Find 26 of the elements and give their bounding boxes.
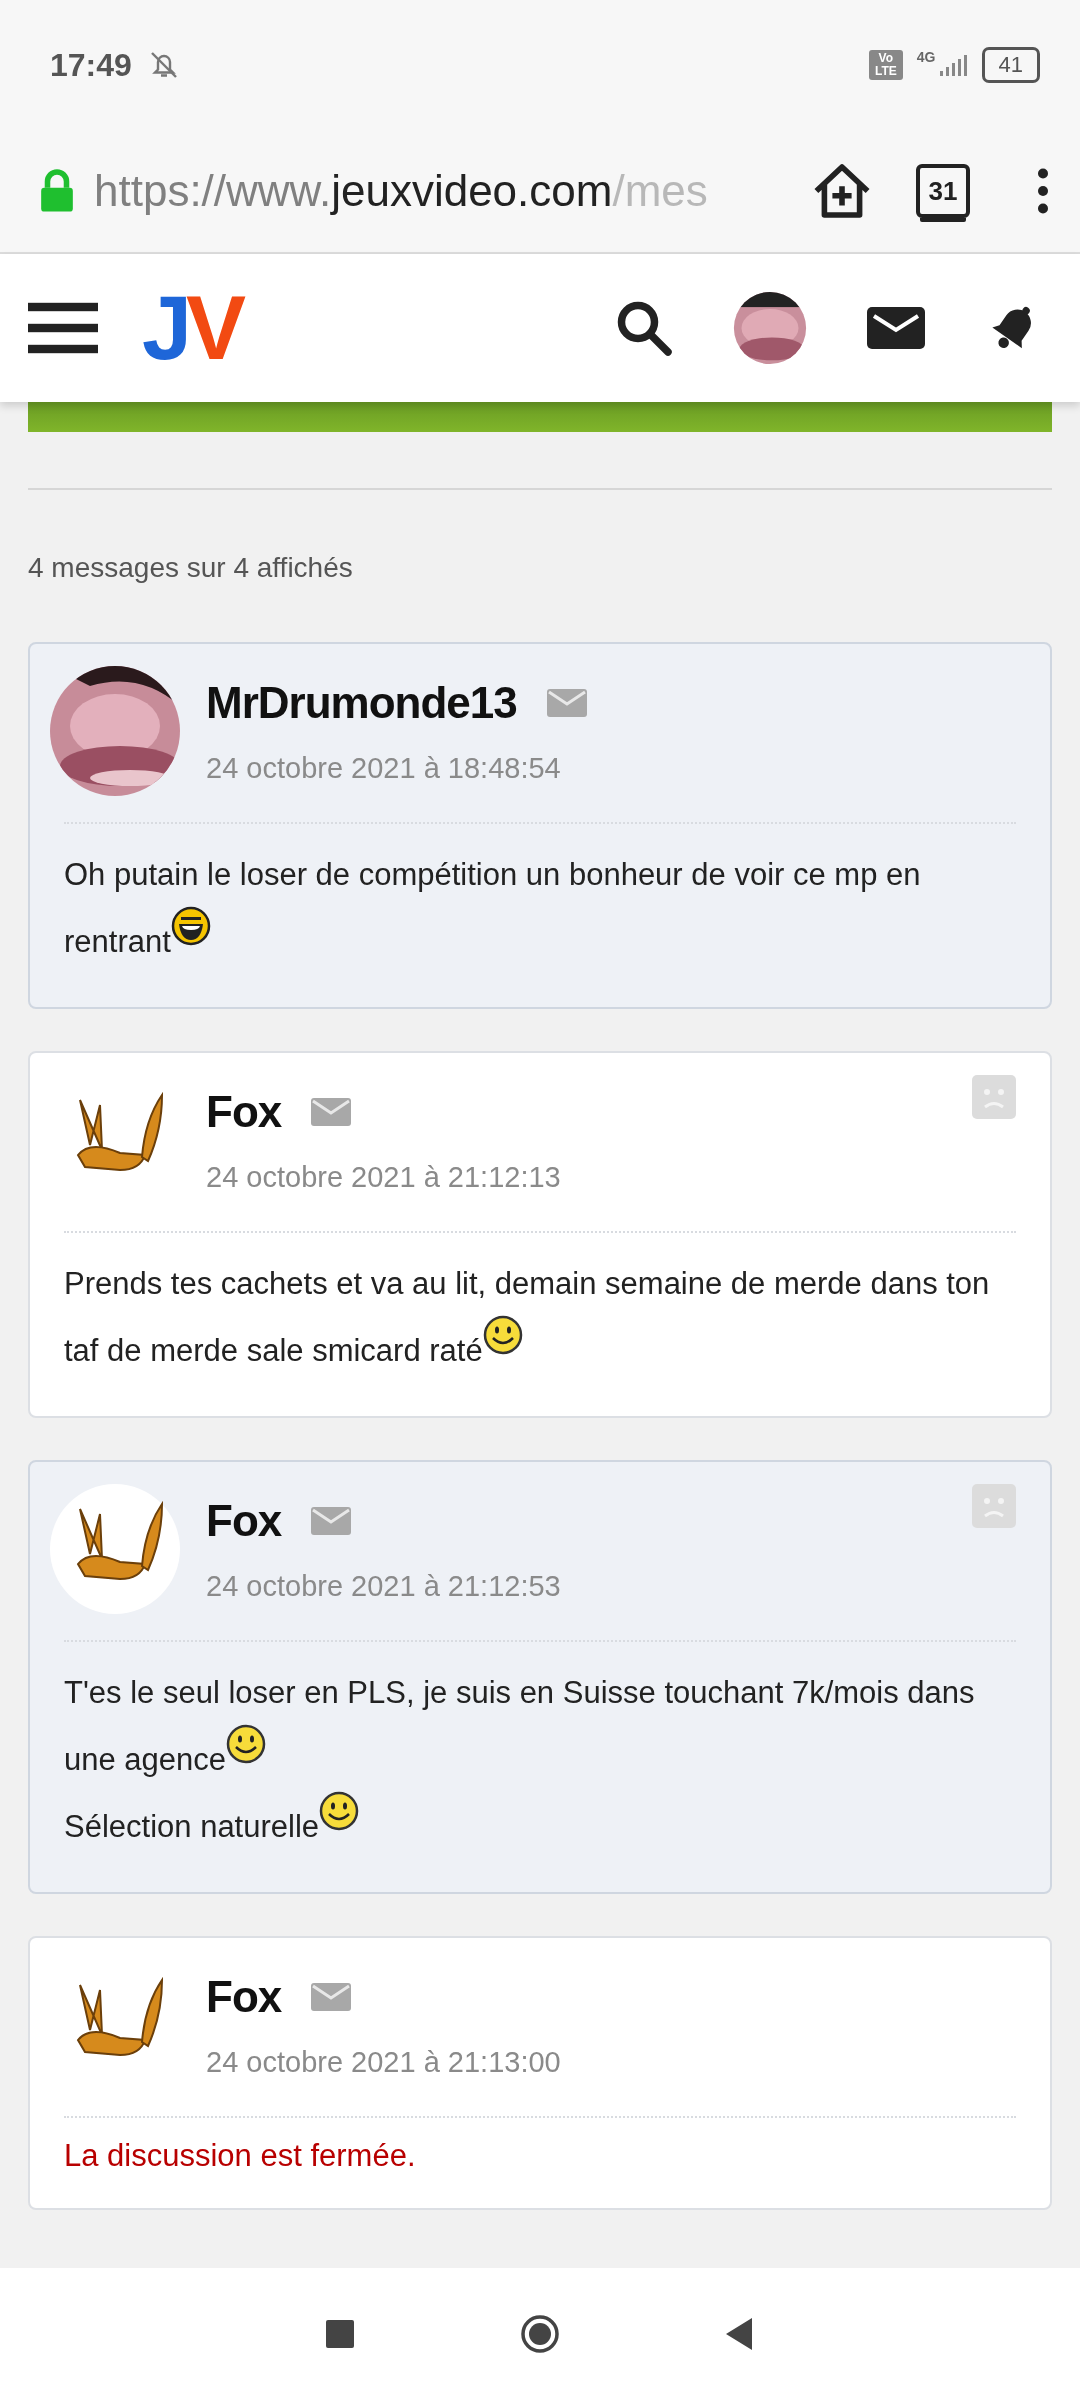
- fox-avatar-icon: [50, 1484, 180, 1614]
- status-time: 17:49: [50, 46, 132, 84]
- more-options-icon[interactable]: [1036, 166, 1050, 216]
- message-text: Prends tes cachets et va au lit, demain semaine de merde dans ton taf de merde sale smicard raté: [64, 1265, 991, 1370]
- signal-icon: [937, 52, 968, 78]
- author-name[interactable]: Fox: [206, 1972, 282, 2022]
- author-name[interactable]: Fox: [206, 1496, 282, 1546]
- battery-indicator: 41: [981, 47, 1040, 83]
- author-name[interactable]: MrDrumonde13: [206, 678, 517, 728]
- menu-icon[interactable]: [28, 300, 98, 356]
- smiley-icon: [482, 1315, 523, 1355]
- volte-indicator: Vo LTE: [868, 50, 903, 80]
- author-name[interactable]: Fox: [206, 1087, 282, 1137]
- message-count: 4 messages sur 4 affichés: [28, 552, 354, 584]
- laughing-smiley-icon: [170, 906, 211, 946]
- address-field[interactable]: https://www.jeuxvideo.com/mes: [94, 166, 792, 216]
- network-type: 4G: [916, 49, 936, 65]
- home-icon[interactable]: [520, 2314, 560, 2354]
- lock-icon: [38, 168, 76, 214]
- message-text: T'es le seul loser en PLS, je suis en Suisse touchant 7k/mois dans une agence: [64, 1674, 976, 1779]
- smiley-icon: [226, 1724, 267, 1764]
- message-text: Oh putain le loser de compétition un bonheur de voir ce mp en rentrant: [64, 856, 922, 961]
- closed-notice: La discussion est fermée.: [64, 2138, 417, 2174]
- smiley-icon: [319, 1791, 360, 1831]
- message-text: Sélection naturelle: [64, 1791, 1016, 1858]
- site-logo[interactable]: JV: [142, 283, 249, 373]
